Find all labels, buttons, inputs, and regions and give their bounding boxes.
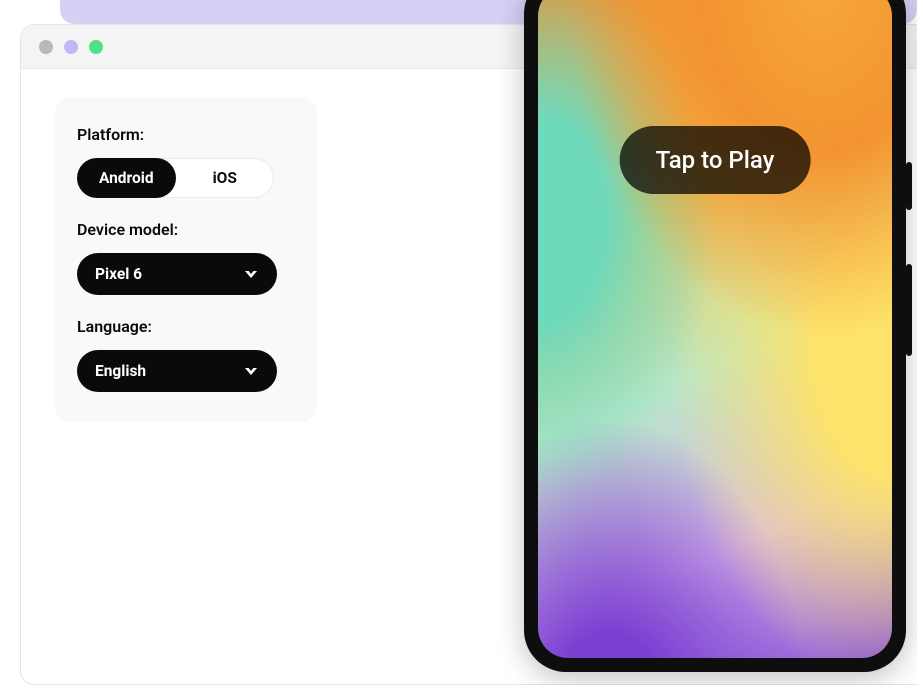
window-dot-minimize[interactable] xyxy=(64,40,78,54)
window-dot-close[interactable] xyxy=(39,40,53,54)
window-controls xyxy=(39,40,103,54)
device-frame: Tap to Play xyxy=(524,0,906,672)
chevron-down-icon xyxy=(245,271,257,278)
language-dropdown[interactable]: English xyxy=(77,350,277,392)
device-model-label: Device model: xyxy=(77,220,295,239)
device-screen[interactable]: Tap to Play xyxy=(538,0,892,658)
device-model-value: Pixel 6 xyxy=(95,265,142,283)
settings-panel: Platform: Android iOS Device model: Pixe… xyxy=(55,97,317,422)
tap-to-play-button[interactable]: Tap to Play xyxy=(620,126,811,194)
platform-option-ios[interactable]: iOS xyxy=(176,158,275,198)
language-label: Language: xyxy=(77,317,295,336)
device-model-dropdown[interactable]: Pixel 6 xyxy=(77,253,277,295)
window-dot-zoom[interactable] xyxy=(89,40,103,54)
chevron-down-icon xyxy=(245,368,257,375)
language-value: English xyxy=(95,362,146,380)
platform-label: Platform: xyxy=(77,125,295,144)
platform-toggle: Android iOS xyxy=(77,158,274,198)
platform-option-android[interactable]: Android xyxy=(77,158,176,198)
